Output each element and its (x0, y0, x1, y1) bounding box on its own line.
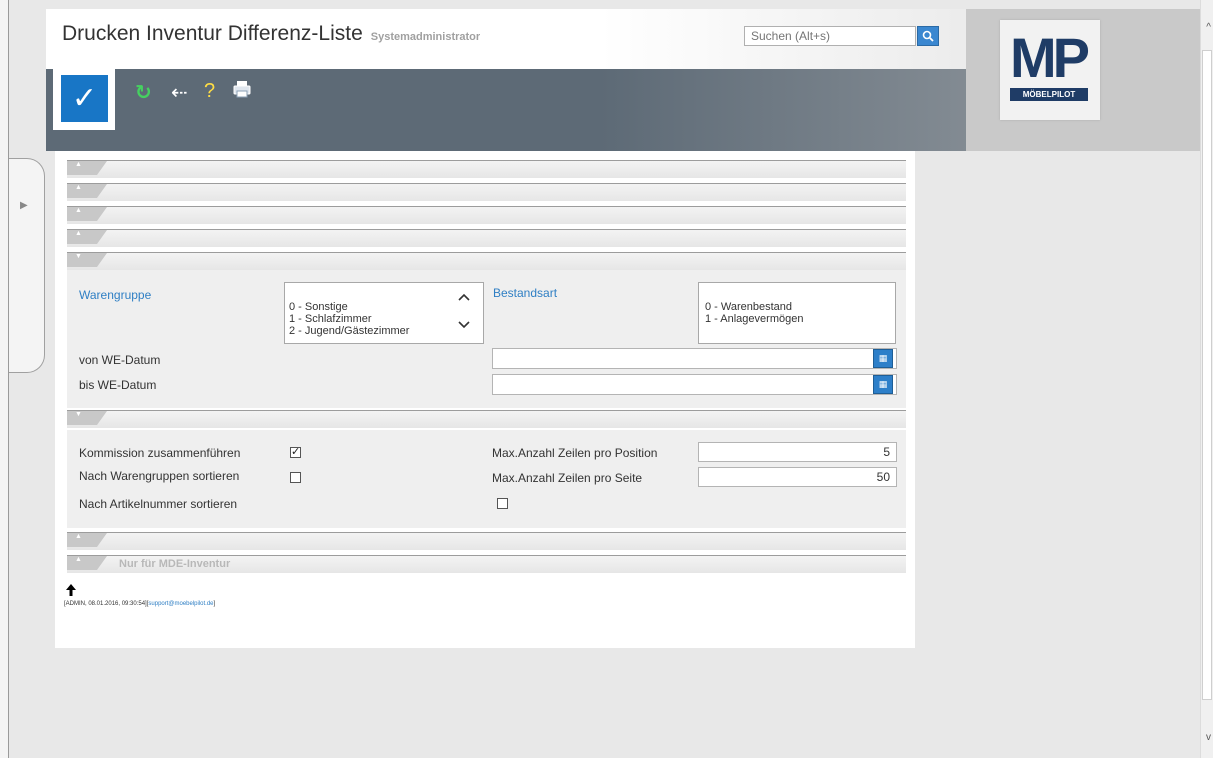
logo-text: MÖBELPILOT (1010, 88, 1088, 101)
scroll-up-icon[interactable]: ^ (1206, 22, 1211, 33)
chevron-up-icon[interactable] (458, 290, 470, 304)
calendar-icon[interactable]: ▦ (873, 349, 893, 368)
section-toggle[interactable]: ▼ (67, 253, 107, 267)
section-toggle[interactable]: ▼ (67, 411, 107, 425)
warengruppen-sort-label: Nach Warengruppen sortieren (79, 469, 240, 483)
calendar-icon[interactable]: ▦ (873, 375, 893, 394)
list-item[interactable]: 0 - Warenbestand (705, 301, 889, 313)
max-position-input[interactable]: 5 (698, 442, 897, 462)
page-title-text: Drucken Inventur Differenz-Liste (62, 22, 363, 45)
kommission-checkbox[interactable]: ✓ (290, 447, 301, 458)
section-toggle[interactable]: ▲ (67, 556, 107, 570)
window-left-border (0, 0, 9, 758)
list-item[interactable]: 2 - Jugend/Gästezimmer (289, 325, 479, 337)
section-header-5[interactable]: ▼ (67, 252, 906, 270)
checkmark-icon[interactable]: ✓ (61, 75, 108, 122)
footer-info: [ADMIN, 08.01.2016, 09:30:54][support@mo… (64, 601, 215, 607)
section-toggle[interactable]: ▲ (67, 207, 107, 221)
bis-datum-label: bis WE-Datum (79, 378, 157, 392)
artikel-sort-label: Nach Artikelnummer sortieren (79, 497, 238, 511)
section-toggle[interactable]: ▲ (67, 533, 107, 547)
list-item[interactable]: 1 - Schlafzimmer (289, 313, 479, 325)
max-position-label: Max.Anzahl Zeilen pro Position (492, 446, 658, 460)
warengruppe-listbox[interactable]: 0 - Sonstige 1 - Schlafzimmer 2 - Jugend… (284, 282, 484, 344)
von-datum-label: von WE-Datum (79, 353, 161, 367)
page-title: Drucken Inventur Differenz-Liste Systemad… (62, 22, 480, 46)
section-header-2[interactable]: ▲ (67, 183, 906, 201)
search-icon[interactable] (917, 26, 939, 46)
scrollbar-thumb[interactable] (1202, 50, 1212, 700)
section-header-6[interactable]: ▼ (67, 410, 906, 428)
bestandsart-label: Bestandsart (493, 286, 558, 300)
print-icon[interactable] (233, 80, 251, 104)
footer-end: ] (213, 601, 216, 607)
help-icon[interactable]: ? (204, 80, 215, 103)
mde-section-label: Nur für MDE-Inventur (119, 558, 231, 570)
refresh-icon[interactable]: ↻ (135, 80, 152, 105)
bis-datum-field[interactable] (492, 374, 897, 395)
section-toggle[interactable]: ▲ (67, 230, 107, 244)
max-seite-input[interactable]: 50 (698, 467, 897, 487)
list-item[interactable]: 1 - Anlagevermögen (705, 313, 889, 325)
artikel-sort-checkbox[interactable] (497, 498, 508, 509)
user-role: Systemadministrator (370, 31, 481, 43)
search-input[interactable] (744, 26, 916, 46)
footer-session: [ADMIN, 08.01.2016, 09:30:54][ (64, 601, 149, 607)
von-datum-field[interactable] (492, 348, 897, 369)
max-seite-label: Max.Anzahl Zeilen pro Seite (492, 471, 643, 485)
bestandsart-listbox[interactable]: 0 - Warenbestand 1 - Anlagevermögen (698, 282, 896, 344)
side-panel-toggle[interactable] (9, 158, 45, 373)
warengruppe-label: Warengruppe (79, 288, 152, 302)
kommission-label: Kommission zusammenführen (79, 446, 241, 460)
scroll-down-icon[interactable]: v (1206, 732, 1211, 743)
support-email-link[interactable]: support@moebelpilot.de (148, 601, 213, 607)
section-header-1[interactable]: ▲ (67, 160, 906, 178)
list-item[interactable]: 0 - Sonstige (289, 301, 479, 313)
section-header-7[interactable]: ▲ (67, 532, 906, 550)
section-header-4[interactable]: ▲ (67, 229, 906, 247)
scroll-top-icon[interactable] (66, 583, 76, 599)
section-toggle[interactable]: ▲ (67, 161, 107, 175)
chevron-right-icon[interactable]: ▶ (20, 200, 28, 211)
chevron-down-icon[interactable] (458, 318, 470, 332)
logo-mark: MP (1010, 26, 1090, 89)
section-toggle[interactable]: ▲ (67, 184, 107, 198)
warengruppen-sort-checkbox[interactable] (290, 472, 301, 483)
section-header-3[interactable]: ▲ (67, 206, 906, 224)
back-arrow-icon[interactable]: ⇠ (171, 80, 188, 105)
section-header-mde[interactable]: ▲ Nur für MDE-Inventur (67, 555, 906, 573)
